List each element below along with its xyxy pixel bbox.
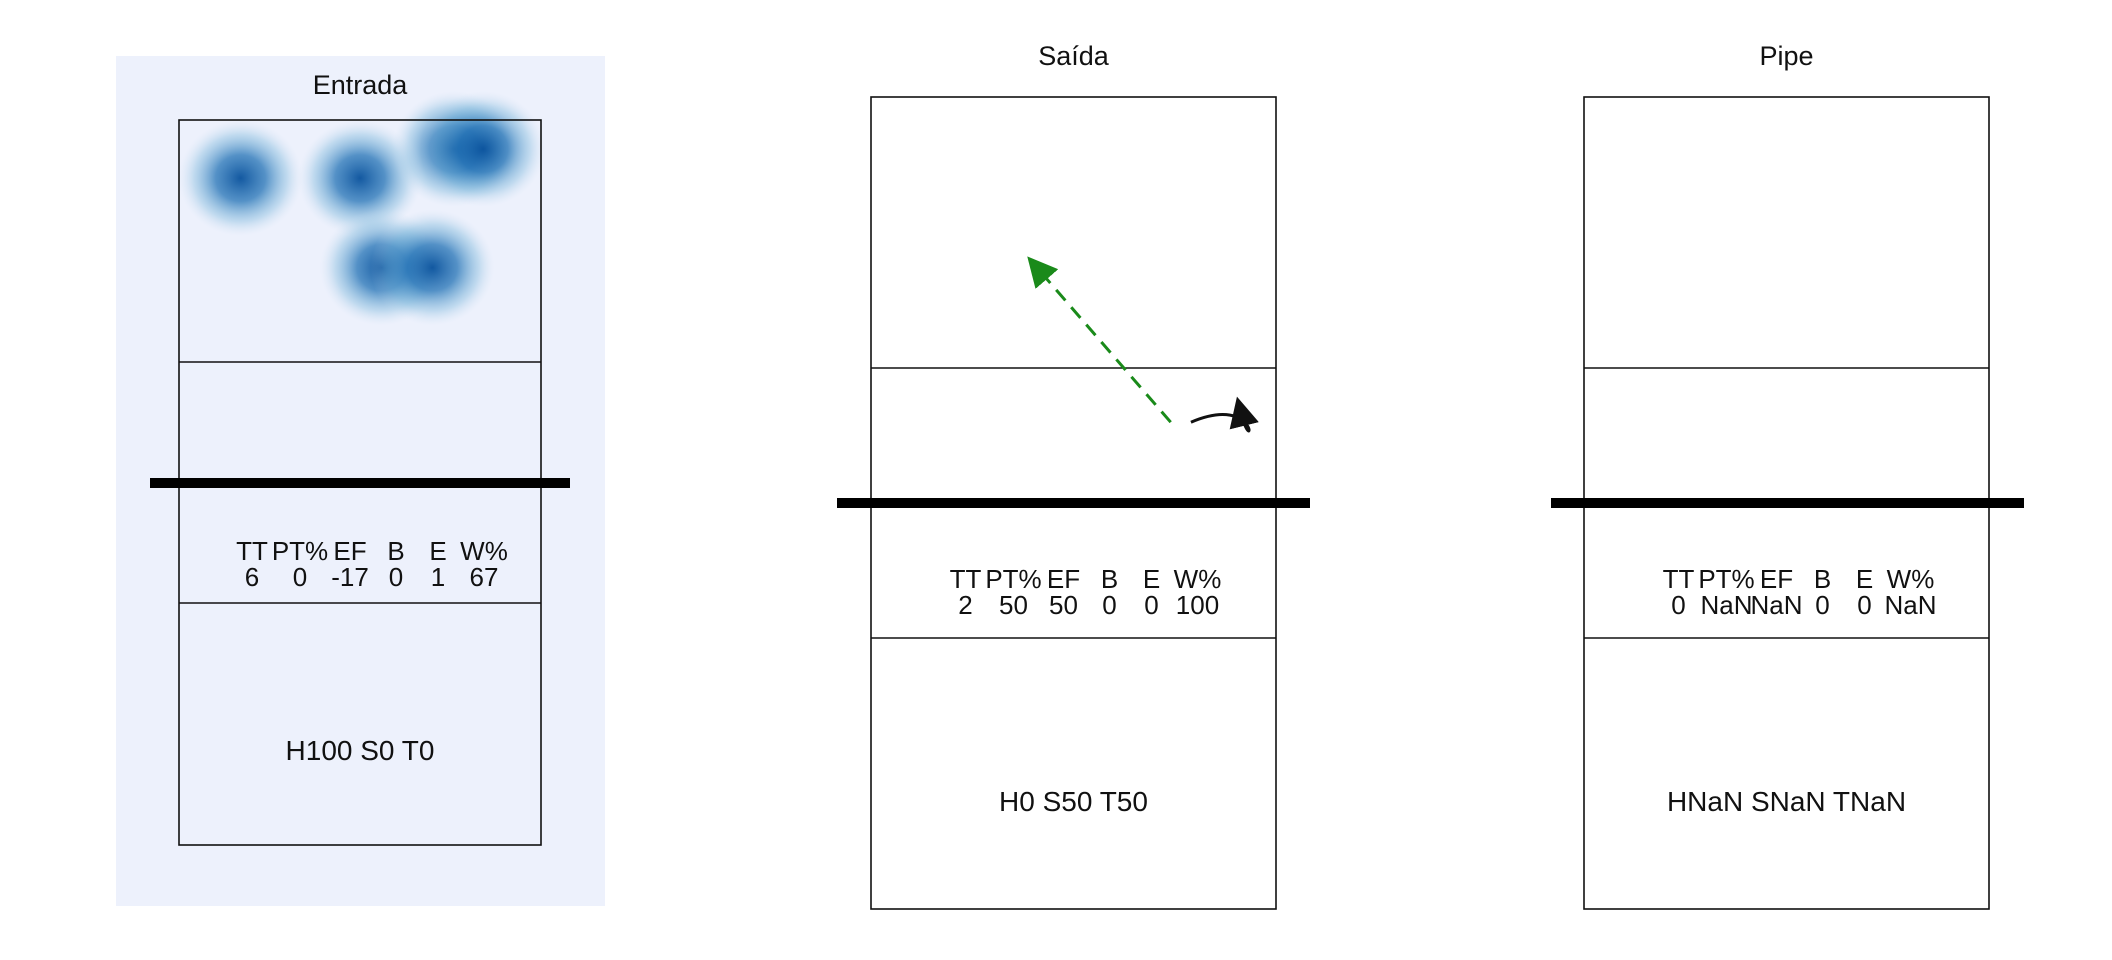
heatmap-hotspot xyxy=(421,91,546,208)
heatmap-hotspot xyxy=(370,209,495,326)
stats-value: 67 xyxy=(470,562,499,592)
stats-value: NaN xyxy=(1750,590,1802,620)
stats-value: NaN xyxy=(1884,590,1936,620)
panel-title: Entrada xyxy=(313,70,409,100)
stats-value: -17 xyxy=(331,562,369,592)
panel-1: EntradaTT6PT%0EF-17B0E1W%67H100 S0 T0 xyxy=(116,56,605,906)
panel-2: SaídaTT2PT%50EF50B0E0W%100H0 S50 T50 xyxy=(837,41,1310,910)
stats-value: 0 xyxy=(1144,590,1158,620)
summary-text: HNaN SNaN TNaN xyxy=(1667,786,1906,817)
stats-value: 0 xyxy=(1815,590,1829,620)
court-charts: EntradaTT6PT%0EF-17B0E1W%67H100 S0 T0Saí… xyxy=(116,41,2024,910)
stats-value: 50 xyxy=(999,590,1028,620)
panel-3: PipeTT0PT%NaNEFNaNB0E0W%NaNHNaN SNaN TNa… xyxy=(1551,41,2024,910)
stats-value: 0 xyxy=(1102,590,1116,620)
stats-value: 50 xyxy=(1049,590,1078,620)
summary-text: H0 S50 T50 xyxy=(999,786,1148,817)
attack-arrow-curved xyxy=(1190,396,1259,433)
stats-value: 0 xyxy=(389,562,403,592)
heatmap-hotspot xyxy=(178,120,303,237)
stats-value: 6 xyxy=(245,562,259,592)
panel-title: Pipe xyxy=(1759,41,1813,71)
stats-value: NaN xyxy=(1700,590,1752,620)
stats-value: 2 xyxy=(958,590,972,620)
panel-title: Saída xyxy=(1038,41,1110,71)
stats-value: 100 xyxy=(1176,590,1219,620)
stats-value: 1 xyxy=(431,562,445,592)
stats-value: 0 xyxy=(293,562,307,592)
summary-text: H100 S0 T0 xyxy=(286,735,435,766)
attack-arrow-dashed xyxy=(1027,256,1172,424)
stats-value: 0 xyxy=(1857,590,1871,620)
stats-value: 0 xyxy=(1671,590,1685,620)
